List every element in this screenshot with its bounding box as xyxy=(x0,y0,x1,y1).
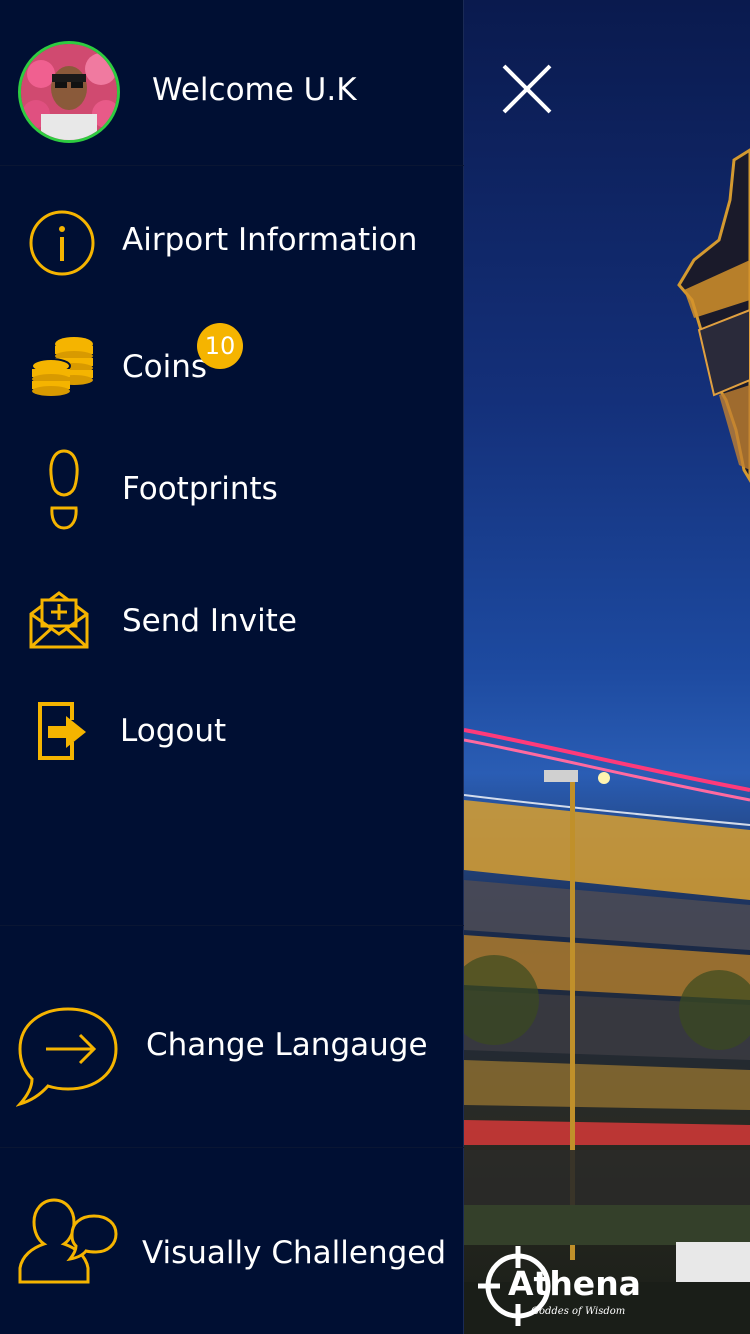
brand-name: Athena xyxy=(508,1264,641,1303)
visually-challenged-button[interactable]: Visually Challenged xyxy=(0,1190,464,1290)
avatar[interactable] xyxy=(18,41,120,143)
coins-count-badge: 10 xyxy=(197,323,243,369)
menu-item-label: Logout xyxy=(120,713,227,749)
change-language-button[interactable]: Change Langauge xyxy=(0,995,464,1115)
menu-item-label: Airport Information xyxy=(122,222,418,258)
avatar-image xyxy=(21,44,117,140)
menu-item-label: Footprints xyxy=(122,471,278,507)
close-icon xyxy=(502,64,552,114)
drawer-header: Welcome U.K xyxy=(0,0,464,166)
brand-logo: Athena Goddes of Wisdom xyxy=(478,1246,648,1326)
welcome-text: Welcome U.K xyxy=(152,72,357,108)
divider xyxy=(0,1147,464,1148)
speech-arrow-icon xyxy=(16,1007,118,1107)
visually-challenged-label: Visually Challenged xyxy=(142,1235,447,1271)
divider xyxy=(0,925,464,926)
menu-item-footprints[interactable]: Footprints xyxy=(0,440,464,540)
menu-item-send-invite[interactable]: Send Invite xyxy=(0,572,464,672)
brand-tagline: Goddes of Wisdom xyxy=(531,1306,626,1317)
change-language-label: Change Langauge xyxy=(146,1027,428,1063)
users-chat-icon xyxy=(18,1198,118,1284)
side-drawer: Welcome U.K Airport Information Coins 10 xyxy=(0,0,464,1334)
menu-item-label: Coins xyxy=(122,349,208,385)
footprint-icon xyxy=(49,449,79,530)
menu-item-label: Send Invite xyxy=(122,603,297,639)
logout-icon xyxy=(38,702,86,760)
menu-item-logout[interactable]: Logout xyxy=(0,684,464,784)
info-icon xyxy=(29,210,95,276)
envelope-invite-icon xyxy=(29,591,89,649)
coins-icon xyxy=(31,337,93,396)
background-photo xyxy=(464,0,750,1334)
close-button[interactable] xyxy=(498,60,556,118)
menu-item-airport-information[interactable]: Airport Information xyxy=(0,191,464,291)
